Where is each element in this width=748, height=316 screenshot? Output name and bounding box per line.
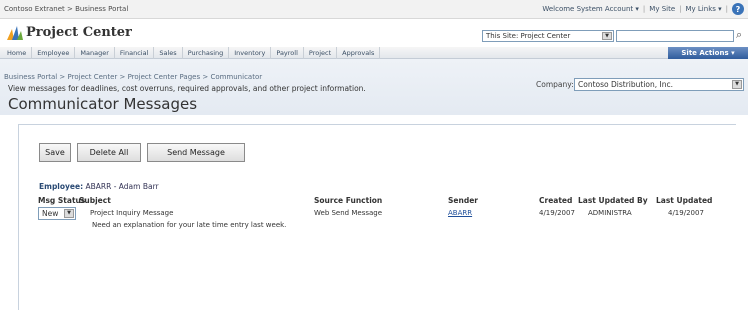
tab-project[interactable]: Project [304,47,338,59]
employee-info: Employee: ABARR - Adam Barr [39,182,159,191]
company-value: Contoso Distribution, Inc. [578,80,673,89]
column-header-sender: Sender [448,196,478,205]
separator: | [642,5,646,13]
search-scope-select[interactable]: This Site: Project Center ▼ [482,30,614,42]
employee-value: ABARR - Adam Barr [85,182,159,191]
column-header-subject: Subject [79,196,111,205]
company-select[interactable]: Contoso Distribution, Inc. ▼ [574,78,744,91]
save-button[interactable]: Save [39,143,71,162]
table-row: New ▼ Project Inquiry Message Web Send M… [38,207,748,221]
tab-approvals[interactable]: Approvals [337,47,381,59]
breadcrumb[interactable]: Business Portal > Project Center > Proje… [4,73,262,81]
search-icon[interactable]: ⌕ [736,28,742,42]
column-header-created: Created [539,196,573,205]
chevron-down-icon[interactable]: ▼ [732,80,742,89]
page-title: Communicator Messages [8,95,198,113]
global-breadcrumb[interactable]: Contoso Extranet > Business Portal [4,5,128,13]
separator: | [725,5,728,13]
created-cell: 4/19/2007 [539,209,575,217]
my-links-menu[interactable]: My Links ▾ [686,5,722,13]
company-label: Company: [536,80,574,89]
tab-sales[interactable]: Sales [154,47,183,59]
chevron-down-icon[interactable]: ▼ [64,209,74,218]
column-header-last-updated-by: Last Updated By [578,196,648,205]
sender-link[interactable]: ABARR [448,209,472,217]
tab-financial[interactable]: Financial [115,47,155,59]
delete-all-button[interactable]: Delete All [77,143,141,162]
site-header: Project Center This Site: Project Center… [0,19,748,47]
tab-manager[interactable]: Manager [75,47,115,59]
send-message-button[interactable]: Send Message [147,143,245,162]
chevron-down-icon[interactable]: ▼ [602,32,612,40]
tab-inventory[interactable]: Inventory [229,47,272,59]
last-updated-by-cell: ADMINISTRA [588,209,632,217]
site-title[interactable]: Project Center [26,25,132,40]
source-function-cell: Web Send Message [314,209,383,217]
top-nav: Home Employee Manager Financial Sales Pu… [0,47,748,59]
welcome-menu[interactable]: Welcome System Account ▾ [542,5,639,13]
msg-status-select[interactable]: New ▼ [38,207,76,220]
message-body: Need an explanation for your late time e… [92,221,287,229]
tab-home[interactable]: Home [2,47,33,59]
subject-cell: Project Inquiry Message [90,209,174,217]
tab-employee[interactable]: Employee [32,47,76,59]
site-actions-menu[interactable]: Site Actions ▾ [668,47,748,59]
column-header-last-updated: Last Updated [656,196,713,205]
top-bar: Contoso Extranet > Business Portal Welco… [0,0,748,19]
search-scope-value: This Site: Project Center [486,32,571,40]
help-icon[interactable]: ? [732,3,744,15]
search-input[interactable] [616,30,734,42]
column-header-source-function: Source Function [314,196,383,205]
employee-label: Employee: [39,182,84,191]
last-updated-cell: 4/19/2007 [668,209,704,217]
separator: | [679,5,682,13]
page-description: View messages for deadlines, cost overru… [8,84,366,93]
tab-purchasing[interactable]: Purchasing [183,47,230,59]
top-links: Welcome System Account ▾ | My Site | My … [542,3,744,15]
tab-strip: Home Employee Manager Financial Sales Pu… [2,47,381,59]
msg-status-value: New [42,209,59,218]
tab-payroll[interactable]: Payroll [271,47,304,59]
logo-icon [7,26,23,40]
my-site-link[interactable]: My Site [649,5,675,13]
